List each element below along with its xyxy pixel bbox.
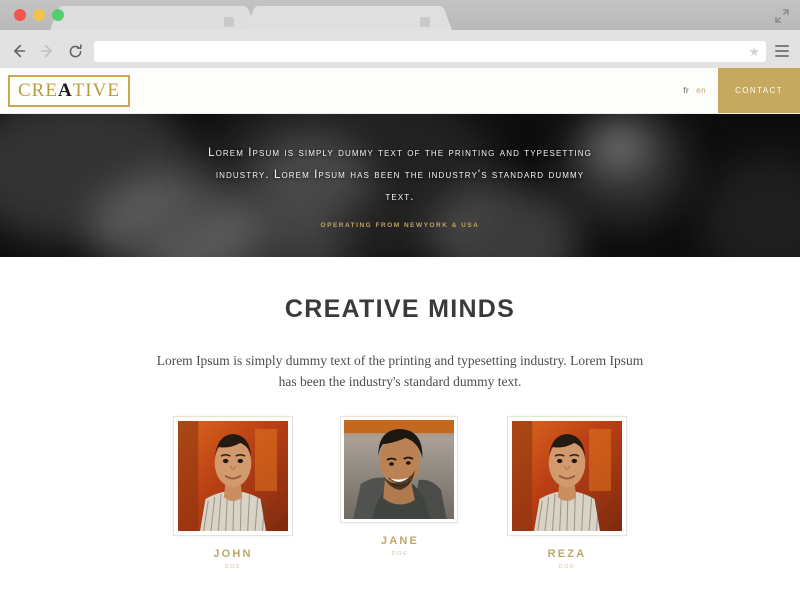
member-name: JANE: [380, 535, 420, 547]
browser-tab[interactable]: [258, 6, 440, 34]
hero-content: Lorem Ipsum is simply dummy text of the …: [0, 142, 800, 229]
tab-close-icon[interactable]: [420, 17, 430, 27]
browser-tab[interactable]: [62, 6, 244, 34]
window-controls: [14, 9, 64, 21]
language-option-en[interactable]: en: [696, 86, 706, 95]
logo-accent-letter: A: [57, 79, 73, 101]
team-member-card[interactable]: JANE DOE: [340, 416, 460, 557]
tab-close-icon[interactable]: [224, 17, 234, 27]
forward-icon[interactable]: [36, 40, 58, 62]
browser-window: ★ CREATIVE fr en CONTACT Lorem Ipsum is …: [0, 0, 800, 600]
browser-toolbar: ★: [0, 34, 800, 68]
language-option-fr[interactable]: fr: [683, 86, 689, 95]
bookmark-star-icon[interactable]: ★: [748, 45, 760, 58]
page-viewport: CREATIVE fr en CONTACT Lorem Ipsum is si…: [0, 68, 800, 600]
url-input[interactable]: [102, 45, 744, 57]
header-right-group: fr en CONTACT: [683, 68, 800, 113]
site-header: CREATIVE fr en CONTACT: [0, 68, 800, 114]
team-member-card[interactable]: JOHN DOE: [173, 416, 293, 570]
member-photo-frame: [340, 416, 458, 523]
hero-headline: Lorem Ipsum is simply dummy text of the …: [208, 147, 592, 203]
reload-icon[interactable]: [64, 40, 86, 62]
page-title: CREATIVE MINDS: [284, 295, 516, 323]
address-bar[interactable]: ★: [94, 40, 766, 62]
close-window-button[interactable]: [14, 9, 26, 21]
site-logo[interactable]: CREATIVE: [8, 74, 130, 107]
member-photo: [512, 421, 622, 531]
team-list: JOHN DOE JANE DOE REZA DOE: [0, 416, 800, 570]
member-photo: [344, 420, 454, 519]
expand-window-icon[interactable]: [774, 8, 790, 24]
browser-tab-strip: [0, 0, 800, 34]
logo-part-1: CRE: [18, 79, 58, 101]
member-photo-frame: [507, 416, 627, 536]
member-photo: [178, 421, 288, 531]
logo-part-2: TIVE: [72, 79, 120, 101]
team-member-card[interactable]: REZA DOE: [507, 416, 627, 570]
main-content: CREATIVE MINDS Lorem Ipsum is simply dum…: [0, 257, 800, 570]
logo-text: CREATIVE: [18, 80, 120, 101]
minimize-window-button[interactable]: [33, 9, 45, 21]
member-photo-frame: [173, 416, 293, 536]
contact-button[interactable]: CONTACT: [718, 68, 800, 113]
member-name: JOHN: [213, 548, 253, 560]
section-paragraph: Lorem Ipsum is simply dummy text of the …: [156, 353, 644, 389]
hero-banner: Lorem Ipsum is simply dummy text of the …: [0, 114, 800, 257]
zoom-window-button[interactable]: [52, 9, 64, 21]
browser-menu-icon[interactable]: [772, 40, 792, 62]
member-name: REZA: [547, 548, 587, 560]
language-switcher: fr en: [683, 86, 718, 95]
member-role: DOE: [391, 551, 409, 557]
hero-subline: OPERATING FROM NEWYORK & USA: [320, 222, 480, 229]
member-role: DOE: [224, 564, 242, 570]
back-icon[interactable]: [8, 40, 30, 62]
member-role: DOE: [558, 564, 576, 570]
